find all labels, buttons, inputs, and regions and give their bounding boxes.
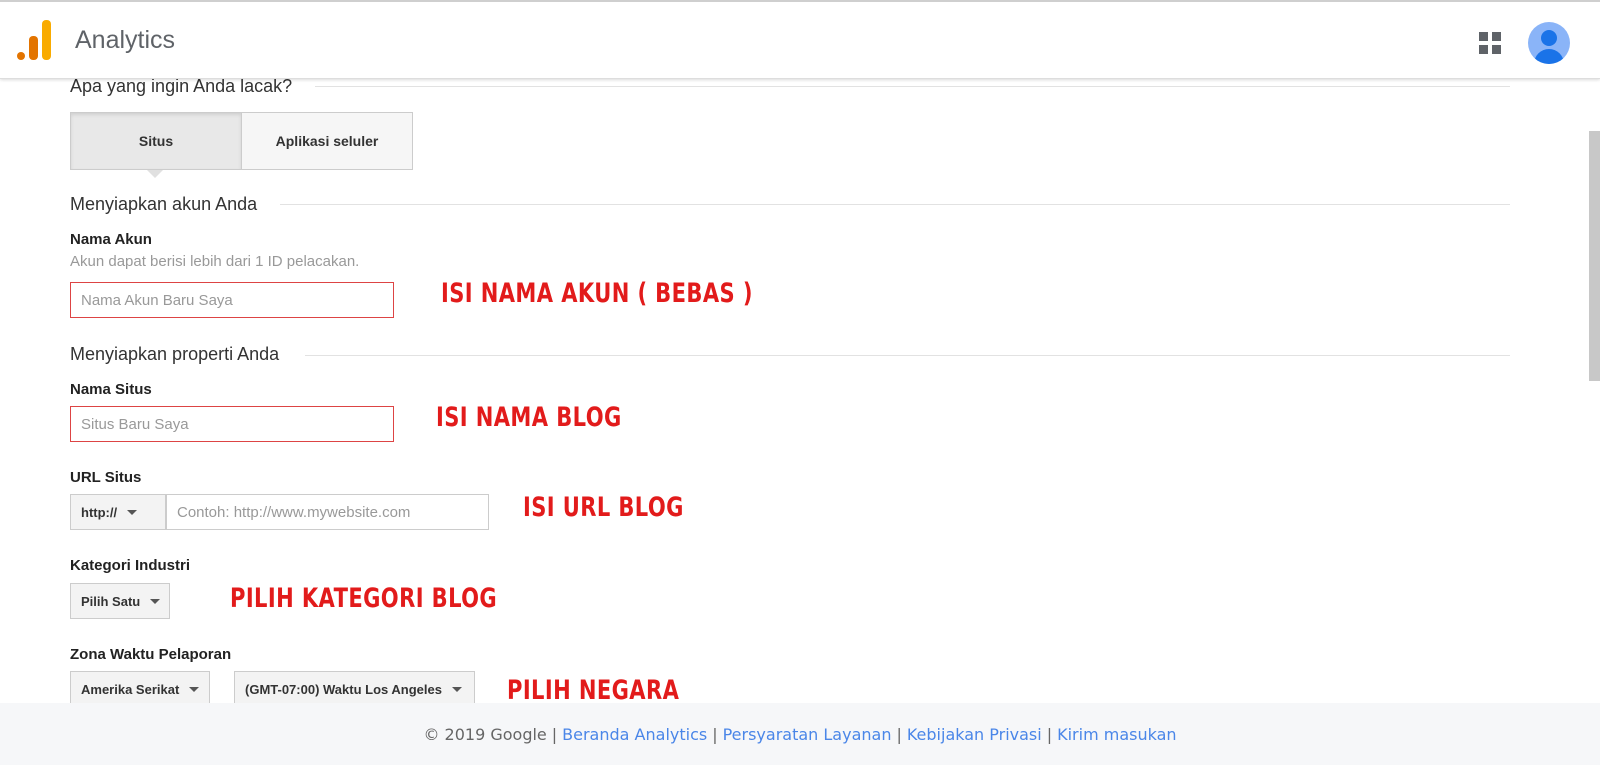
timezone-value: (GMT-07:00) Waktu Los Angeles: [245, 681, 442, 697]
track-option-situs[interactable]: Situs: [71, 113, 242, 169]
industry-label: Kategori Industri: [70, 557, 191, 574]
country-dropdown[interactable]: Amerika Serikat: [70, 671, 210, 707]
track-type-toggle: Situs Aplikasi seluler: [70, 112, 413, 170]
industry-dropdown[interactable]: Pilih Satu: [70, 583, 170, 619]
footer: © 2019 Google | Beranda Analytics | Pers…: [0, 703, 1600, 765]
footer-copyright: © 2019 Google: [423, 724, 547, 744]
chevron-down-icon: [150, 598, 161, 604]
footer-link-masukan[interactable]: Kirim masukan: [1057, 725, 1176, 744]
industry-value: Pilih Satu: [81, 593, 141, 609]
footer-separator: |: [712, 724, 718, 744]
app-title[interactable]: Analytics: [75, 26, 175, 55]
site-name-input[interactable]: [70, 406, 394, 442]
track-option-aplikasi[interactable]: Aplikasi seluler: [242, 113, 412, 169]
country-value: Amerika Serikat: [81, 681, 180, 697]
chevron-down-icon: [189, 686, 200, 692]
apps-grid-icon[interactable]: [1479, 32, 1501, 54]
footer-link-beranda[interactable]: Beranda Analytics: [562, 725, 707, 744]
divider: [305, 355, 1510, 356]
footer-separator: |: [896, 724, 902, 744]
account-name-hint: Akun dapat berisi lebih dari 1 ID pelaca…: [70, 253, 360, 270]
site-name-label: Nama Situs: [70, 381, 152, 398]
site-url-input[interactable]: [166, 494, 489, 530]
footer-link-kebijakan[interactable]: Kebijakan Privasi: [907, 725, 1042, 744]
chevron-down-icon: [127, 509, 138, 515]
annotation-site-name: ISI NAMA BLOG: [436, 402, 622, 433]
account-section-heading: Menyiapkan akun Anda: [70, 194, 258, 214]
analytics-logo-icon[interactable]: [17, 20, 53, 60]
annotation-site-url: ISI URL BLOG: [523, 492, 684, 523]
protocol-dropdown[interactable]: http://: [70, 494, 166, 530]
divider: [280, 204, 1510, 205]
avatar-body: [1534, 49, 1564, 64]
track-heading: Apa yang ingin Anda lacak?: [70, 76, 293, 96]
account-name-input[interactable]: [70, 282, 394, 318]
property-section-heading: Menyiapkan properti Anda: [70, 344, 280, 364]
footer-separator: |: [1046, 724, 1053, 744]
annotation-country: PILIH NEGARA: [507, 675, 680, 706]
timezone-label: Zona Waktu Pelaporan: [70, 646, 232, 663]
timezone-dropdown[interactable]: (GMT-07:00) Waktu Los Angeles: [234, 671, 475, 707]
footer-link-persyaratan[interactable]: Persyaratan Layanan: [723, 725, 892, 744]
divider: [315, 86, 1510, 87]
vertical-scrollbar[interactable]: [1589, 131, 1600, 381]
selected-caret: [147, 170, 163, 178]
footer-separator: |: [551, 724, 558, 744]
annotation-category: PILIH KATEGORI BLOG: [230, 583, 498, 614]
account-avatar[interactable]: [1528, 22, 1570, 64]
avatar-head: [1541, 30, 1557, 46]
account-name-label: Nama Akun: [70, 231, 152, 248]
protocol-value: http://: [81, 504, 118, 520]
annotation-account: ISI NAMA AKUN ( BEBAS ): [441, 278, 753, 309]
site-url-label: URL Situs: [70, 469, 142, 486]
top-app-bar: Analytics: [0, 0, 1600, 79]
chevron-down-icon: [451, 686, 462, 692]
